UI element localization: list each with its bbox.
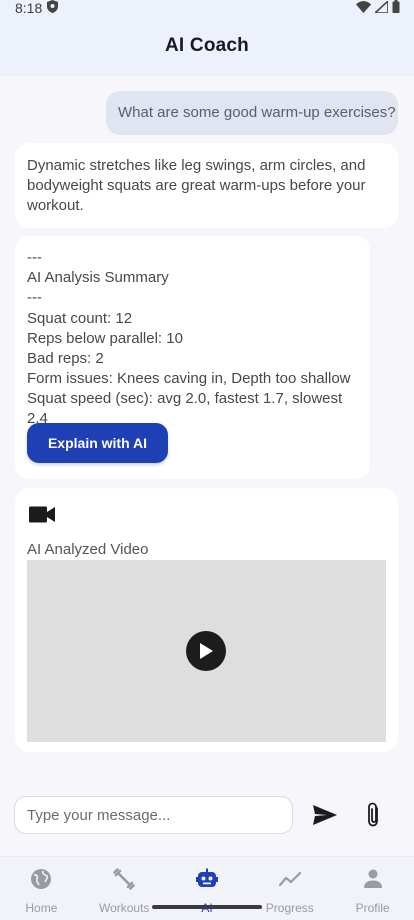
nav-label: Progress bbox=[265, 901, 314, 915]
message-input[interactable] bbox=[14, 796, 293, 834]
play-icon[interactable] bbox=[186, 631, 226, 671]
app-bar: AI Coach bbox=[0, 16, 414, 76]
explain-with-ai-button[interactable]: Explain with AI bbox=[27, 423, 168, 463]
nav-item-progress[interactable]: Progress bbox=[248, 857, 331, 920]
summary-line: --- bbox=[27, 289, 42, 307]
wifi-icon bbox=[356, 0, 371, 16]
summary-line: Squat count: 12 bbox=[27, 309, 133, 327]
trend-icon bbox=[278, 867, 301, 891]
page-title: AI Coach bbox=[165, 35, 249, 56]
bottom-nav: Home Workouts AI Progress Profile bbox=[0, 856, 414, 920]
analyzed-video-card: AI Analyzed Video bbox=[15, 488, 398, 752]
status-bar: 8:18 bbox=[0, 0, 414, 16]
robot-icon bbox=[195, 867, 218, 891]
paperclip-icon[interactable] bbox=[364, 801, 384, 829]
nav-item-ai[interactable]: AI bbox=[166, 857, 249, 920]
summary-line: Reps below parallel: 10 bbox=[27, 329, 183, 347]
summary-line: Squat speed (sec): avg 2.0, fastest 1.7,… bbox=[27, 390, 343, 428]
message-composer bbox=[14, 796, 400, 834]
analysis-summary-card: --- AI Analysis Summary --- Squat count:… bbox=[15, 236, 370, 479]
battery-icon bbox=[392, 0, 400, 16]
send-icon[interactable] bbox=[312, 803, 338, 827]
nav-label: Home bbox=[25, 901, 58, 915]
video-player[interactable] bbox=[27, 560, 386, 742]
signal-icon bbox=[372, 0, 389, 16]
user-message-bubble: What are some good warm-up exercises? bbox=[106, 91, 398, 135]
summary-line: AI Analysis Summary bbox=[27, 269, 169, 287]
nav-item-workouts[interactable]: Workouts bbox=[83, 857, 166, 920]
user-message-text: What are some good warm-up exercises? bbox=[118, 104, 396, 121]
dumbbell-icon bbox=[113, 867, 135, 891]
home-indicator[interactable] bbox=[152, 905, 262, 909]
video-label: AI Analyzed Video bbox=[27, 541, 149, 558]
nav-label: Workouts bbox=[98, 901, 150, 915]
person-icon bbox=[362, 867, 384, 891]
ai-reply-text: Dynamic stretches like leg swings, arm c… bbox=[27, 157, 366, 214]
nav-item-home[interactable]: Home bbox=[0, 857, 83, 920]
summary-line: Bad reps: 2 bbox=[27, 349, 104, 367]
videocam-icon bbox=[29, 506, 55, 529]
status-time: 8:18 bbox=[15, 0, 43, 16]
nav-item-profile[interactable]: Profile bbox=[331, 857, 414, 920]
globe-icon bbox=[30, 867, 52, 891]
summary-line: Form issues: Knees caving in, Depth too … bbox=[27, 370, 351, 388]
summary-line: --- bbox=[27, 249, 42, 266]
ai-reply-bubble: Dynamic stretches like leg swings, arm c… bbox=[15, 143, 398, 228]
nav-label: Profile bbox=[355, 901, 390, 915]
shield-icon bbox=[47, 0, 59, 16]
